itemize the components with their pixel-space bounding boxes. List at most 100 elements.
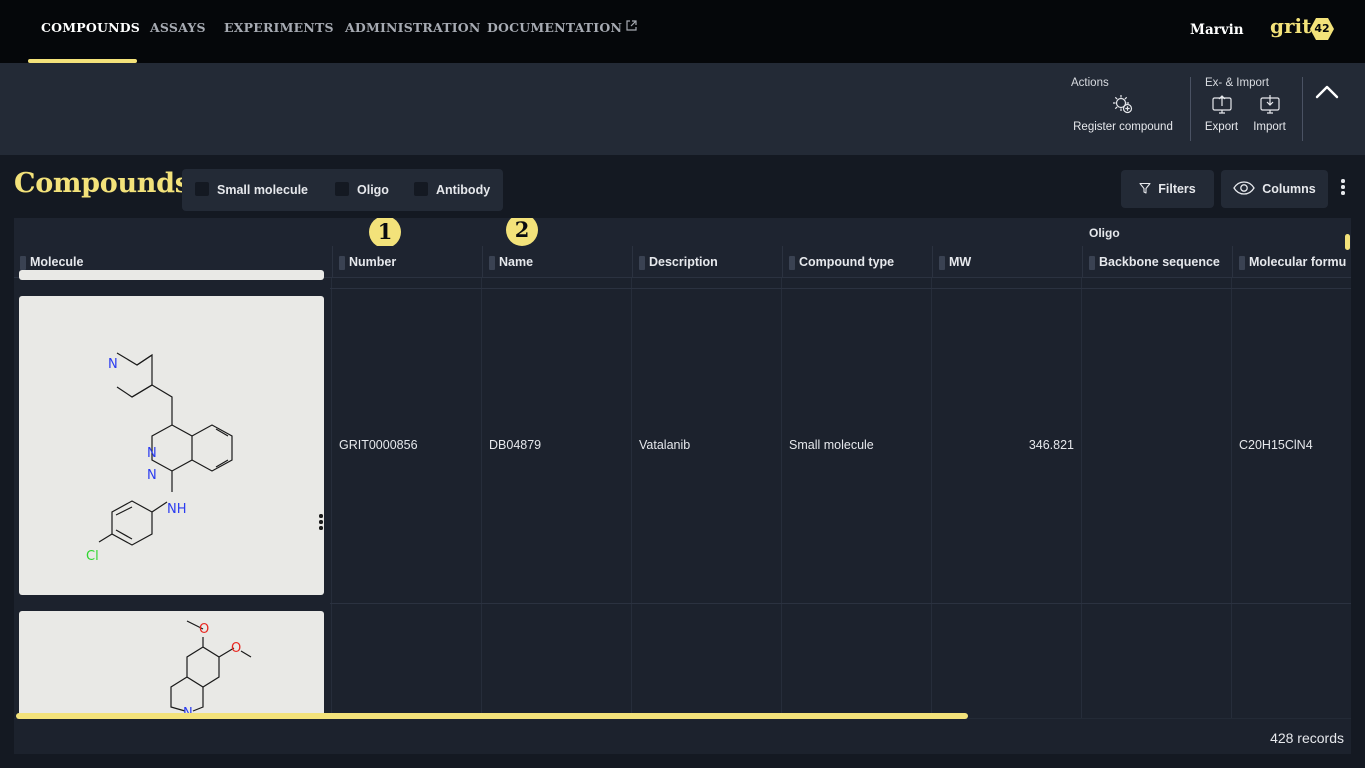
column-divider [481,278,482,754]
page-title: Compounds [14,168,190,199]
cell-compound-type[interactable]: Small molecule [789,438,874,452]
column-drag-handle[interactable] [339,256,345,270]
column-label: Molecule [30,255,84,269]
grid-footer: 428 records [14,718,1351,754]
column-drag-handle[interactable] [20,256,26,270]
molecule-structure-card[interactable]: O O N [19,611,324,721]
nav-documentation-label: DOCUMENTATION [487,20,623,35]
vertical-scrollbar[interactable] [1345,234,1350,250]
import-button[interactable]: Import [1248,93,1291,133]
column-drag-handle[interactable] [939,256,945,270]
column-drag-handle[interactable] [639,256,645,270]
cell-description[interactable]: Vatalanib [639,438,690,452]
horizontal-scrollbar[interactable] [16,713,968,719]
divider [1190,77,1191,141]
type-checkbox-small-molecule[interactable]: Small molecule [195,182,308,197]
nav-compounds[interactable]: COMPOUNDS [41,20,140,35]
compound-type-filter: Small molecule Oligo Antibody [182,169,503,211]
cell-molecular-formula[interactable]: C20H15ClN4 [1239,438,1313,452]
import-icon [1248,93,1291,115]
column-header-name[interactable]: Name [482,246,632,278]
logo-text: grit [1270,14,1312,38]
export-icon [1200,93,1243,115]
columns-label: Columns [1262,182,1316,196]
column-label: Description [649,255,718,269]
column-header-backbone-sequence[interactable]: Backbone sequence [1082,246,1232,278]
record-count: 428 records [1270,730,1344,746]
import-label: Import [1253,121,1286,133]
column-label: MW [949,255,972,269]
column-label: Molecular formu [1249,255,1347,269]
column-header-molecular-formula[interactable]: Molecular formu [1232,246,1351,278]
column-drag-handle[interactable] [789,256,795,270]
column-header-number[interactable]: Number [332,246,482,278]
vatalanib-structure: N N N NH Cl [86,352,233,564]
column-group-oligo: Oligo [1089,226,1120,240]
column-divider [931,278,932,754]
compounds-grid: Oligo 1 2 Molecule Number Name Descripti… [14,218,1351,754]
column-header-mw[interactable]: MW [932,246,1082,278]
filters-label: Filters [1158,182,1196,196]
columns-button[interactable]: Columns [1221,170,1328,208]
column-divider [1081,278,1082,754]
nav-administration[interactable]: ADMINISTRATION [345,20,481,35]
cell-mw[interactable]: 346.821 [932,438,1074,452]
register-compound-label: Register compound [1073,121,1173,133]
action-bar: Actions Register compound Ex- & Import E… [0,63,1365,155]
nav-documentation[interactable]: DOCUMENTATION [487,20,637,35]
column-label: Name [499,255,534,269]
molecule-structure: O O N [170,620,252,721]
cell-name[interactable]: DB04879 [489,438,541,452]
column-group-row: Oligo [14,218,1351,246]
column-header-compound-type[interactable]: Compound type [782,246,932,278]
grit42-logo[interactable]: grit 42 [1270,14,1336,44]
type-label: Antibody [436,183,491,197]
more-options-icon[interactable] [1338,179,1348,199]
checkbox[interactable] [335,182,349,196]
column-divider [331,278,332,754]
column-drag-handle[interactable] [1239,256,1245,270]
column-divider [781,278,782,754]
type-label: Small molecule [217,183,309,197]
register-compound-icon [1066,93,1180,115]
molecule-structure-card[interactable]: N N N NH Cl [19,296,324,595]
nav-experiments[interactable]: EXPERIMENTS [224,20,334,35]
row-divider [330,288,1351,289]
user-menu[interactable]: Marvin [1190,22,1244,38]
column-header-description[interactable]: Description [632,246,782,278]
svg-text:N: N [147,446,157,461]
checkbox[interactable] [195,182,209,196]
chevron-up-icon[interactable] [1313,81,1341,103]
type-checkbox-oligo[interactable]: Oligo [335,182,389,197]
column-divider [631,278,632,754]
row-divider [330,603,1351,604]
external-link-icon [626,20,637,34]
svg-text:N: N [147,468,157,483]
column-label: Backbone sequence [1099,255,1220,269]
top-nav: COMPOUNDS ASSAYS EXPERIMENTS ADMINISTRAT… [0,0,1365,63]
filters-button[interactable]: Filters [1121,170,1214,208]
logo-badge: 42 [1310,18,1334,40]
svg-text:O: O [199,622,209,637]
molecule-structure-card[interactable] [19,270,324,280]
column-drag-handle[interactable] [1089,256,1095,270]
column-label: Compound type [799,255,895,269]
export-import-group-title: Ex- & Import [1205,77,1269,89]
nav-assays[interactable]: ASSAYS [150,20,206,35]
export-label: Export [1204,121,1239,133]
column-divider [1231,278,1232,754]
type-label: Oligo [357,183,389,197]
eye-icon [1233,180,1256,198]
cell-number[interactable]: GRIT0000856 [339,438,418,452]
actions-group-title: Actions [1071,77,1109,89]
divider [1302,77,1303,141]
register-compound-button[interactable]: Register compound [1066,93,1180,133]
row-more-options-icon[interactable] [318,514,324,532]
column-label: Number [349,255,397,269]
svg-text:N: N [108,357,118,372]
column-drag-handle[interactable] [489,256,495,270]
checkbox[interactable] [414,182,428,196]
svg-text:O: O [231,641,241,656]
export-button[interactable]: Export [1200,93,1243,133]
type-checkbox-antibody[interactable]: Antibody [414,182,490,197]
